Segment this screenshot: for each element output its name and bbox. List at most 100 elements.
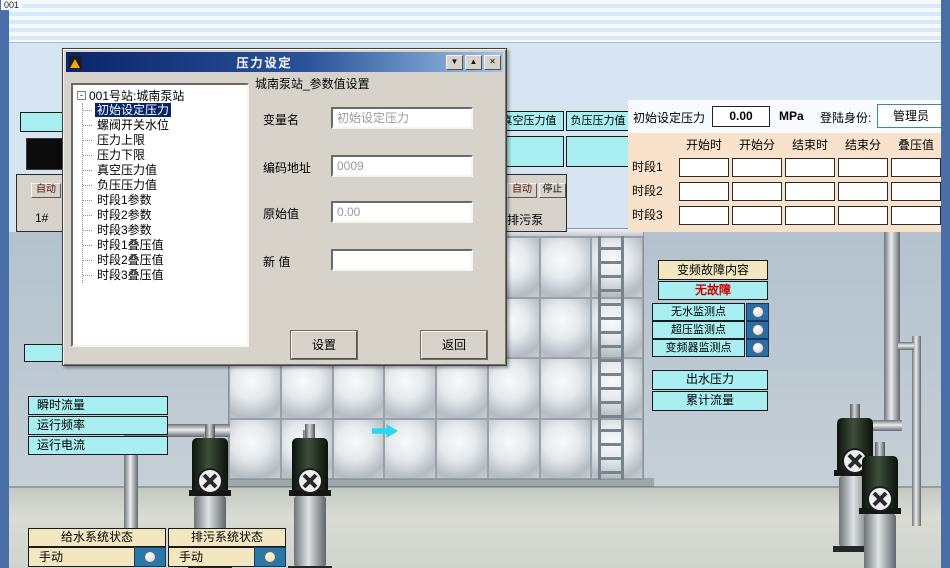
- pump1-auto-button[interactable]: 自动: [31, 183, 61, 198]
- tree-item[interactable]: 螺阀开关水位: [83, 118, 245, 133]
- run-frequency-label: 运行频率: [28, 416, 168, 435]
- schedule-col-header: 开始时: [679, 137, 729, 154]
- minimize-button[interactable]: ▼: [446, 55, 463, 70]
- pump1-name: 1#: [35, 211, 48, 225]
- tree-item[interactable]: 时段1叠压值: [83, 238, 245, 253]
- sewage-system-header: 排污系统状态: [168, 528, 286, 547]
- new-value-input[interactable]: [331, 249, 473, 271]
- init-pressure-unit: MPa: [779, 109, 804, 123]
- schedule-cell: [891, 206, 941, 225]
- vfd-fault-header: 变频故障内容: [658, 260, 768, 280]
- monitor-no-water: 无水监测点: [652, 303, 745, 321]
- pipe: [898, 342, 914, 350]
- tree-item[interactable]: 压力下限: [83, 148, 245, 163]
- schedule-col-header: 叠压值: [891, 137, 941, 154]
- maximize-button[interactable]: ▲: [465, 55, 482, 70]
- schedule-cell: [891, 182, 941, 201]
- monitor-lamp: [746, 303, 769, 321]
- tree-item[interactable]: 压力上限: [83, 133, 245, 148]
- schedule-cell: [785, 158, 835, 177]
- tank-panel-cell: [540, 298, 592, 359]
- schedule-cell: [785, 182, 835, 201]
- lamp-icon: [752, 324, 764, 336]
- pressure-setting-dialog: 压力设定 ▼ ▲ ✕ - 001号站:城南泵站 初始设定压力 螺阀开关水位 压力…: [62, 48, 507, 366]
- left-border: [0, 0, 9, 568]
- tree-item[interactable]: 负压压力值: [83, 178, 245, 193]
- return-button[interactable]: 返回: [421, 331, 487, 359]
- lamp-icon: [752, 342, 764, 354]
- tree-item[interactable]: 初始设定压力: [83, 103, 245, 118]
- tree-children: 初始设定压力 螺阀开关水位 压力上限 压力下限 真空压力值 负压压力值 时段1参…: [82, 103, 245, 283]
- param-panel-title: 城南泵站_参数值设置: [255, 75, 370, 92]
- tank-ladder: [598, 236, 624, 480]
- tank-panel-cell: [436, 358, 488, 419]
- run-current-label: 运行电流: [28, 436, 168, 455]
- tree-item[interactable]: 时段3参数: [83, 223, 245, 238]
- close-button[interactable]: ✕: [484, 55, 501, 70]
- schedule-cell: [785, 206, 835, 225]
- tree-collapse-icon[interactable]: -: [77, 91, 86, 100]
- schedule-row: 时段2: [632, 182, 947, 201]
- schedule-col-header: 开始分: [732, 137, 782, 154]
- tank-panel-cell: [281, 358, 333, 419]
- hidden-label-fragment: [24, 344, 64, 362]
- pump-fan-icon: [867, 486, 893, 512]
- negative-pressure-display: [566, 136, 630, 167]
- init-pressure-value: 0.00: [712, 106, 770, 127]
- init-pressure-label: 初始设定压力: [633, 109, 705, 126]
- lamp-icon: [752, 306, 764, 318]
- right-border: [941, 0, 950, 568]
- schedule-cell: [838, 206, 888, 225]
- water-system-header: 给水系统状态: [28, 528, 166, 547]
- pump-fan-icon: [297, 468, 323, 494]
- tank-panel-cell: [333, 358, 385, 419]
- total-flow-label: 累计流量: [652, 391, 768, 411]
- schedule-row-label: 时段2: [632, 182, 676, 201]
- scada-screen: 001 001号站 城南泵站 自动 停止 1#: [0, 0, 950, 568]
- tank-panel-cell: [540, 419, 592, 480]
- schedule-panel: 开始时 开始分 结束时 结束分 叠压值 时段1 时段2 时段3: [628, 133, 947, 232]
- tree-item[interactable]: 时段2参数: [83, 208, 245, 223]
- schedule-row: 时段3: [632, 206, 947, 225]
- lamp-icon: [144, 551, 156, 563]
- schedule-row: 时段1: [632, 158, 947, 177]
- tank-panel-cell: [229, 358, 281, 419]
- dialog-title: 压力设定: [85, 54, 444, 71]
- pipe: [912, 336, 921, 526]
- pump2-auto-button[interactable]: 自动: [507, 183, 537, 198]
- sewage-system-lamp: [254, 547, 286, 567]
- tank-panel-cell: [488, 419, 540, 480]
- pump2-stop-button[interactable]: 停止: [539, 183, 566, 198]
- set-button[interactable]: 设置: [291, 331, 357, 359]
- schedule-row-label: 时段1: [632, 158, 676, 177]
- field-label-original: 原始值: [263, 205, 299, 222]
- schedule-cell: [838, 182, 888, 201]
- dialog-titlebar[interactable]: 压力设定 ▼ ▲ ✕: [66, 52, 503, 72]
- tank-panel-cell: [540, 358, 592, 419]
- schedule-cell: [732, 182, 782, 201]
- tree-item[interactable]: 时段1参数: [83, 193, 245, 208]
- field-label-address: 编码地址: [263, 159, 311, 176]
- schedule-cell: [679, 182, 729, 201]
- tree-root[interactable]: - 001号站:城南泵站: [75, 88, 245, 103]
- schedule-col-header: 结束分: [838, 137, 888, 154]
- schedule-cell: [732, 158, 782, 177]
- vfd-fault-status: 无故障: [658, 281, 768, 300]
- field-varname: 初始设定压力: [331, 107, 473, 129]
- schedule-header-row: 开始时 开始分 结束时 结束分 叠压值: [632, 137, 947, 154]
- pump-fan-icon: [197, 468, 223, 494]
- sewage-pump-2: [858, 442, 902, 568]
- field-label-varname: 变量名: [263, 111, 299, 128]
- tree-item[interactable]: 时段2叠压值: [83, 253, 245, 268]
- row-header-001: 001: [1, 0, 22, 10]
- tree-item[interactable]: 时段3叠压值: [83, 268, 245, 283]
- login-identity: 管理员: [877, 104, 945, 128]
- tree-item[interactable]: 真空压力值: [83, 163, 245, 178]
- negative-pressure-label: 负压压力值: [566, 111, 630, 131]
- top-grid-strip: [0, 0, 950, 43]
- tank-panel-cell: [540, 237, 592, 298]
- tank-panel-cell: [229, 419, 281, 480]
- app-logo-icon: [69, 56, 82, 69]
- schedule-cell: [891, 158, 941, 177]
- schedule-cell: [679, 158, 729, 177]
